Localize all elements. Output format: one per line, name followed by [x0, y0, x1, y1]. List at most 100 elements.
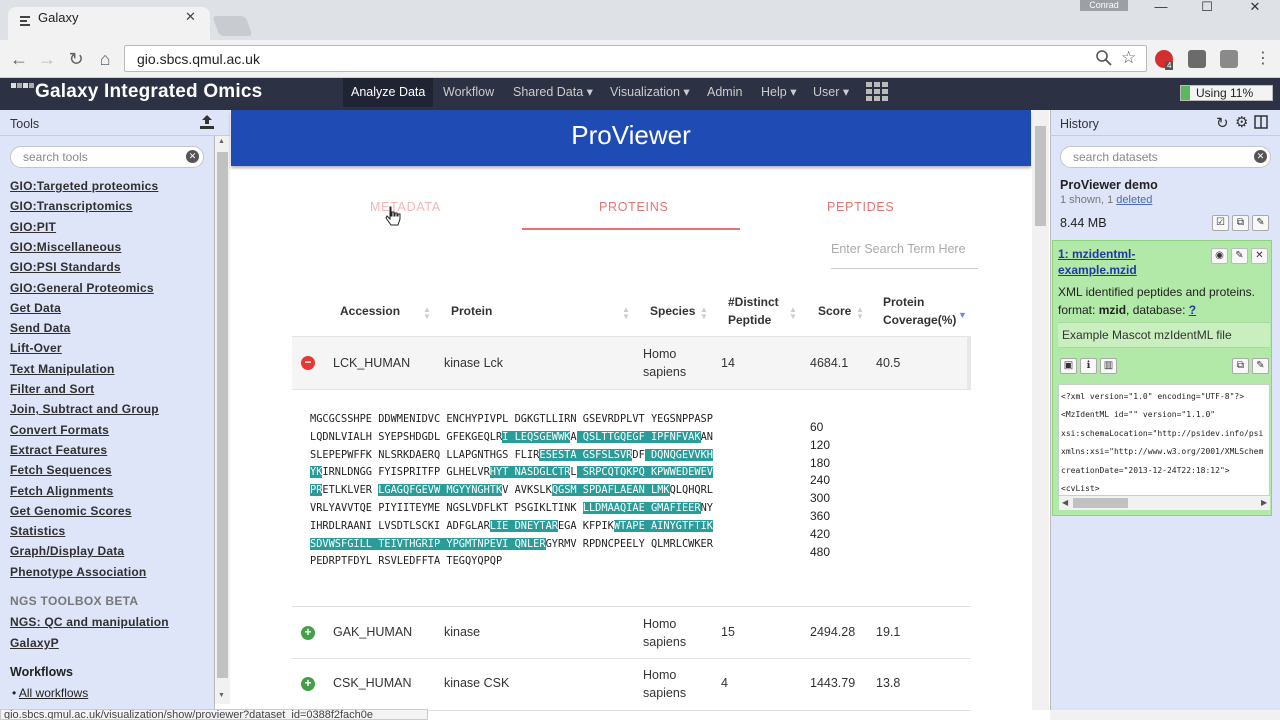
dataset-title[interactable]: 1: mzidentml-example.mzid [1058, 246, 1198, 278]
sort-score-icon[interactable]: ▲ ▼ [856, 306, 864, 321]
history-name[interactable]: ProViewer demo [1060, 178, 1158, 192]
tool-category-item[interactable]: GIO:PIT [10, 220, 56, 234]
tool-category-item[interactable]: Send Data [10, 321, 70, 335]
menu-user[interactable]: User ▾ [805, 78, 857, 107]
profile-chip[interactable]: Conrad [1080, 0, 1128, 11]
reload-icon[interactable]: ↻ [65, 48, 87, 70]
col-distinct-peptide[interactable]: #Distinct Peptide [728, 293, 788, 329]
address-bar[interactable] [124, 45, 1147, 72]
select-datasets-icon[interactable]: ☑ [1212, 215, 1229, 231]
sort-species-icon[interactable]: ▲ ▼ [700, 306, 708, 321]
menu-help[interactable]: Help ▾ [753, 78, 804, 107]
tool-category-item[interactable]: Phenotype Association [10, 565, 146, 579]
tool-category-item[interactable]: Extract Features [10, 443, 107, 457]
tool-category-item[interactable]: Graph/Display Data [10, 544, 124, 558]
upload-icon[interactable] [199, 114, 215, 130]
eye-icon[interactable]: ◉ [1211, 248, 1228, 264]
col-coverage[interactable]: Protein Coverage(%) [883, 293, 958, 329]
history-scrollbar[interactable] [1050, 710, 1280, 720]
pencil-icon[interactable]: ✎ [1231, 248, 1248, 264]
expand-row-icon[interactable]: + [301, 626, 315, 640]
home-icon[interactable]: ⌂ [94, 48, 116, 70]
tool-category-item[interactable]: GIO:General Proteomics [10, 281, 154, 295]
bookmark-star-icon[interactable]: ☆ [1121, 48, 1136, 68]
center-scrollbar-thumb[interactable] [1035, 126, 1046, 226]
zoom-icon[interactable] [1096, 50, 1112, 66]
annotation-icon[interactable]: ✎ [1252, 215, 1269, 231]
col-species[interactable]: Species [650, 302, 695, 320]
scroll-down-icon[interactable]: ▼ [218, 692, 225, 699]
sort-peptide-icon[interactable]: ▲ ▼ [789, 306, 797, 321]
col-accession[interactable]: Accession [340, 302, 400, 320]
browser-menu-icon[interactable]: ⋮ [1255, 48, 1271, 68]
refresh-icon[interactable]: ↻ [1216, 114, 1229, 132]
peek-scroll-right-icon[interactable]: ▶ [1261, 498, 1267, 507]
tab-metadata[interactable]: METADATA [370, 200, 441, 214]
ngs-toolbox-header: NGS TOOLBOX BETA [10, 594, 139, 608]
collapse-row-icon[interactable]: − [301, 356, 315, 370]
menu-visualization[interactable]: Visualization ▾ [602, 78, 698, 107]
delete-icon[interactable]: ✕ [1251, 248, 1268, 264]
tool-panel-scrollbar-thumb[interactable] [217, 152, 228, 678]
sort-protein-icon[interactable]: ▲ ▼ [622, 306, 630, 321]
tool-category-item[interactable]: GIO:Miscellaneous [10, 240, 121, 254]
tool-category-item[interactable]: Get Genomic Scores [10, 504, 132, 518]
new-tab-button[interactable] [212, 16, 253, 36]
dataset-tags-icon[interactable]: ⧉ [1232, 358, 1249, 374]
peek-scrollbar-thumb[interactable] [1073, 498, 1128, 508]
tab-peptides[interactable]: PEPTIDES [827, 200, 894, 214]
col-score[interactable]: Score [818, 302, 851, 320]
tool-category-item[interactable]: Lift-Over [10, 341, 62, 355]
extension-2-icon[interactable] [1220, 50, 1238, 68]
tool-category-item[interactable]: Get Data [10, 301, 61, 315]
tab-proteins[interactable]: PROTEINS [599, 200, 669, 214]
tool-category-item[interactable]: Statistics [10, 524, 65, 538]
menu-admin[interactable]: Admin [699, 78, 750, 107]
galaxy-logo-icon[interactable] [11, 83, 35, 93]
forward-icon[interactable]: → [36, 48, 58, 70]
save-icon[interactable]: ▣ [1060, 358, 1077, 374]
menu-shared-data[interactable]: Shared Data ▾ [505, 78, 601, 107]
scroll-up-icon[interactable]: ▲ [218, 138, 225, 145]
expand-row-icon[interactable]: + [301, 677, 315, 691]
sort-accession-icon[interactable]: ▲ ▼ [423, 306, 431, 321]
scratchbook-grid-icon[interactable] [866, 82, 888, 102]
gear-icon[interactable]: ⚙ [1235, 113, 1248, 131]
extension-icon[interactable] [1188, 50, 1206, 68]
sort-desc-icon[interactable]: ▼ [958, 310, 967, 320]
switch-history-icon[interactable] [1254, 115, 1268, 129]
tool-category-item[interactable]: GIO:PSI Standards [10, 260, 121, 274]
back-icon[interactable]: ← [8, 48, 30, 70]
tags-icon[interactable]: ⧉ [1232, 215, 1249, 231]
tab-close-icon[interactable]: ✕ [185, 9, 196, 25]
show-deleted-link[interactable]: deleted [1116, 194, 1152, 206]
cell-species: Homo sapiens [643, 668, 687, 700]
tool-category-item[interactable]: Fetch Sequences [10, 463, 112, 477]
tool-category-item[interactable]: Text Manipulation [10, 362, 115, 376]
visualize-icon[interactable]: ▥ [1100, 358, 1117, 374]
tool-category-item[interactable]: Join, Subtract and Group [10, 402, 159, 416]
protein-search-input[interactable]: Enter Search Term Here [831, 242, 978, 256]
tool-category-item[interactable]: GIO:Targeted proteomics [10, 179, 158, 193]
tool-category-galaxyp[interactable]: GalaxyP [10, 636, 59, 650]
tool-category-item[interactable]: Convert Formats [10, 423, 109, 437]
all-workflows-link[interactable]: • All workflows [12, 686, 88, 700]
clear-search-icon[interactable]: ✕ [186, 150, 199, 163]
menu-analyze-data[interactable]: Analyze Data [343, 78, 434, 107]
tool-category-ngs-qc[interactable]: NGS: QC and manipulation [10, 615, 169, 629]
peek-scroll-left-icon[interactable]: ◀ [1062, 498, 1068, 507]
col-protein[interactable]: Protein [451, 302, 492, 320]
tool-category-item[interactable]: Filter and Sort [10, 382, 94, 396]
minimize-icon[interactable]: — [1138, 0, 1184, 13]
menu-workflow[interactable]: Workflow [435, 78, 502, 107]
url-text: gio.sbcs.qmul.ac.uk [137, 51, 260, 67]
tool-category-item[interactable]: GIO:Transcriptomics [10, 199, 133, 213]
maximize-icon[interactable]: ☐ [1184, 0, 1230, 13]
sequence-position-label: 180 [810, 455, 831, 470]
brand-title[interactable]: Galaxy Integrated Omics [35, 81, 262, 103]
info-icon[interactable]: ℹ [1080, 358, 1097, 374]
dataset-annotation-icon[interactable]: ✎ [1252, 358, 1269, 374]
clear-history-search-icon[interactable]: ✕ [1254, 150, 1267, 163]
close-window-icon[interactable]: ✕ [1232, 0, 1278, 13]
tool-category-item[interactable]: Fetch Alignments [10, 484, 113, 498]
